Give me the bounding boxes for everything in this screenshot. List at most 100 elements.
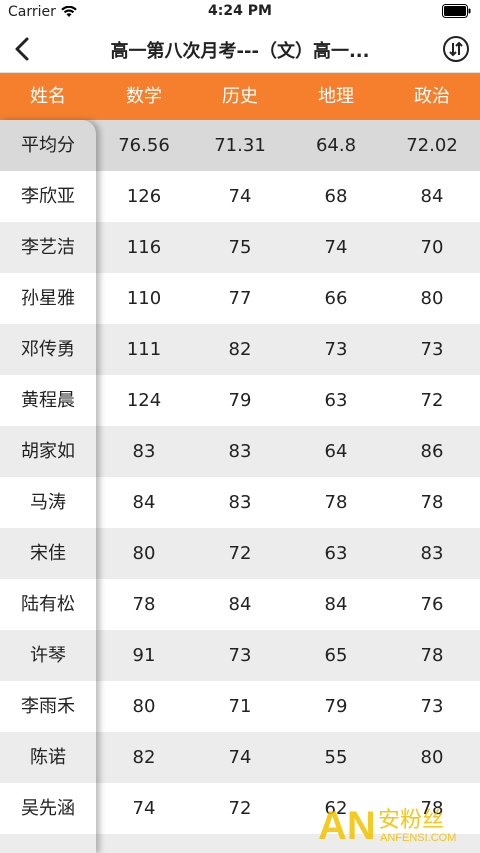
- score-history: 74: [228, 186, 252, 207]
- student-name-cell[interactable]: 孙星雅: [0, 273, 96, 324]
- student-name: 李欣亚: [21, 186, 75, 207]
- score-history: 79: [228, 390, 252, 411]
- student-name-cell[interactable]: 黄程晨: [0, 375, 96, 426]
- header-name[interactable]: 姓名: [0, 73, 96, 120]
- status-right: [442, 4, 472, 18]
- score-geography: 68: [324, 186, 348, 207]
- score-geography: 55: [324, 747, 348, 768]
- score-politics: 72.02: [406, 135, 458, 156]
- score-politics: 70: [420, 237, 444, 258]
- score-history: 74: [228, 747, 252, 768]
- score-math: 91: [132, 645, 156, 666]
- score-math: 111: [126, 339, 162, 360]
- frozen-name-column: 平均分李欣亚李艺洁孙星雅邓传勇黄程晨胡家如马涛宋佳陆有松许琴李雨禾陈诺吴先涵: [0, 120, 96, 853]
- sort-icon: [443, 36, 469, 62]
- student-name: 邓传勇: [21, 339, 75, 360]
- score-math: 78: [132, 594, 156, 615]
- score-history: 82: [228, 339, 252, 360]
- student-name: 吴先涵: [21, 798, 75, 819]
- student-name-cell-partial: [0, 834, 96, 853]
- score-math: 116: [126, 237, 162, 258]
- student-name: 宋佳: [30, 543, 66, 564]
- student-name: 李雨禾: [21, 696, 75, 717]
- score-politics: 80: [420, 288, 444, 309]
- student-name-cell[interactable]: 李雨禾: [0, 681, 96, 732]
- student-name-cell[interactable]: 马涛: [0, 477, 96, 528]
- header-politics[interactable]: 政治: [384, 73, 480, 120]
- score-history: 71: [228, 696, 252, 717]
- score-politics: 73: [420, 339, 444, 360]
- score-history: 84: [228, 594, 252, 615]
- score-geography: 84: [324, 594, 348, 615]
- score-history: 72: [228, 798, 252, 819]
- score-politics: 76: [420, 594, 444, 615]
- score-geography: 73: [324, 339, 348, 360]
- score-geography: 79: [324, 696, 348, 717]
- score-politics: 84: [420, 186, 444, 207]
- score-geography: 65: [324, 645, 348, 666]
- score-geography: 66: [324, 288, 348, 309]
- header-geography[interactable]: 地理: [288, 73, 384, 120]
- score-geography: 62: [324, 798, 348, 819]
- battery-icon: [442, 4, 472, 18]
- student-name: 平均分: [21, 135, 75, 156]
- status-time: 4:24 PM: [208, 3, 272, 19]
- score-geography: 64: [324, 441, 348, 462]
- page-title: 高一第八次月考---（文）高一...: [110, 41, 370, 62]
- score-geography: 74: [324, 237, 348, 258]
- score-math: 83: [132, 441, 156, 462]
- student-name: 陆有松: [21, 594, 75, 615]
- score-math: 74: [132, 798, 156, 819]
- sort-button[interactable]: [442, 35, 470, 63]
- score-geography: 63: [324, 543, 348, 564]
- score-math: 126: [126, 186, 162, 207]
- student-name-cell[interactable]: 吴先涵: [0, 783, 96, 834]
- student-name: 黄程晨: [21, 390, 75, 411]
- score-history: 83: [228, 492, 252, 513]
- score-math: 82: [132, 747, 156, 768]
- student-name: 胡家如: [21, 441, 75, 462]
- score-math: 84: [132, 492, 156, 513]
- score-politics: 72: [420, 390, 444, 411]
- chevron-left-icon: [15, 37, 29, 61]
- back-button[interactable]: [10, 34, 38, 64]
- score-politics: 78: [420, 798, 444, 819]
- student-name-cell[interactable]: 平均分: [0, 120, 96, 171]
- student-name: 孙星雅: [21, 288, 75, 309]
- student-name-cell[interactable]: 许琴: [0, 630, 96, 681]
- status-bar: Carrier 4:24 PM: [0, 0, 480, 26]
- student-name: 许琴: [30, 645, 66, 666]
- header-math[interactable]: 数学: [96, 73, 192, 120]
- score-politics: 73: [420, 696, 444, 717]
- score-politics: 86: [420, 441, 444, 462]
- student-name-cell[interactable]: 宋佳: [0, 528, 96, 579]
- score-history: 75: [228, 237, 252, 258]
- score-math: 80: [132, 543, 156, 564]
- score-math: 76.56: [118, 135, 170, 156]
- score-geography: 63: [324, 390, 348, 411]
- student-name-cell[interactable]: 李欣亚: [0, 171, 96, 222]
- score-politics: 83: [420, 543, 444, 564]
- student-name: 陈诺: [30, 747, 66, 768]
- header-history[interactable]: 历史: [192, 73, 288, 120]
- score-history: 73: [228, 645, 252, 666]
- score-geography: 64.8: [315, 135, 357, 156]
- student-name-cell[interactable]: 陆有松: [0, 579, 96, 630]
- student-name-cell[interactable]: 邓传勇: [0, 324, 96, 375]
- nav-bar: 高一第八次月考---（文）高一...: [0, 26, 480, 73]
- student-name: 李艺洁: [21, 237, 75, 258]
- student-name-cell[interactable]: 李艺洁: [0, 222, 96, 273]
- score-math: 124: [126, 390, 162, 411]
- score-politics: 78: [420, 645, 444, 666]
- score-politics: 80: [420, 747, 444, 768]
- student-name: 马涛: [30, 492, 66, 513]
- score-history: 71.31: [214, 135, 266, 156]
- student-name-cell[interactable]: 胡家如: [0, 426, 96, 477]
- score-history: 72: [228, 543, 252, 564]
- score-politics: 78: [420, 492, 444, 513]
- student-name-cell[interactable]: 陈诺: [0, 732, 96, 783]
- score-history: 83: [228, 441, 252, 462]
- score-geography: 78: [324, 492, 348, 513]
- score-history: 77: [228, 288, 252, 309]
- table-header-row: 姓名 数学 历史 地理 政治: [0, 73, 480, 120]
